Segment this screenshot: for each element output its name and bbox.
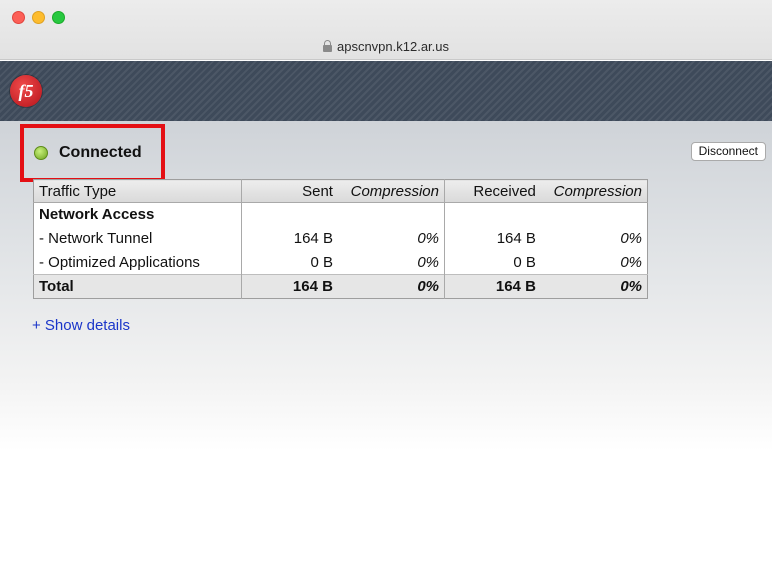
row-type: - Network Tunnel (33, 226, 243, 251)
row-sent-compression: 0% (337, 250, 445, 275)
empty-cell (541, 203, 648, 227)
url-text: apscnvpn.k12.ar.us (336, 39, 450, 54)
total-received-compression: 0% (540, 274, 648, 299)
row-sent-compression: 0% (337, 226, 445, 251)
total-sent-compression: 0% (337, 274, 445, 299)
row-received: 164 B (496, 230, 536, 247)
column-header-received: Received (444, 179, 541, 203)
disconnect-button[interactable]: Disconnect (690, 142, 766, 161)
f5-logo: f5 (10, 75, 42, 107)
empty-cell (445, 203, 541, 227)
window-titlebar: apscnvpn.k12.ar.us (0, 0, 772, 60)
total-label: Total (33, 274, 243, 299)
column-header-sent-compression: Compression (337, 179, 445, 203)
connection-status-label: Connected (59, 144, 142, 161)
traffic-table: Traffic Type Sent Compression Received C… (33, 179, 648, 299)
table-total-row: Total 164 B 0% 164 B 0% (33, 274, 648, 299)
row-received-compression: 0% (620, 253, 642, 271)
show-details-link[interactable]: + Show details (32, 317, 130, 334)
main-content: Connected Disconnect Traffic Type Sent C… (0, 121, 772, 577)
section-label-network-access: Network Access (33, 202, 243, 227)
row-received: 0 B (513, 253, 536, 271)
table-header-row: Traffic Type Sent Compression Received C… (33, 179, 648, 203)
minimize-window-icon[interactable] (32, 11, 45, 24)
connection-status-box: Connected (20, 124, 165, 182)
column-header-received-compression: Compression (540, 179, 648, 203)
table-row: - Network Tunnel 164 B 0% 164 B 0% (33, 226, 648, 251)
empty-cell (337, 202, 445, 227)
total-received: 164 B (444, 274, 541, 299)
row-type: - Optimized Applications (33, 250, 243, 275)
row-sent: 0 B (310, 253, 333, 271)
green-status-icon (34, 146, 48, 160)
close-window-icon[interactable] (12, 11, 25, 24)
column-header-sent: Sent (241, 179, 338, 203)
total-sent: 164 B (241, 274, 338, 299)
empty-cell (242, 203, 338, 227)
table-section-row: Network Access (33, 202, 648, 227)
row-received-compression: 0% (620, 230, 642, 247)
f5-banner: f5 (0, 61, 772, 121)
maximize-window-icon[interactable] (52, 11, 65, 24)
column-header-traffic-type: Traffic Type (33, 179, 243, 203)
address-bar: apscnvpn.k12.ar.us (0, 36, 772, 58)
lock-icon (322, 40, 332, 52)
row-sent: 164 B (293, 230, 333, 247)
table-row: - Optimized Applications 0 B 0% 0 B 0% (33, 250, 648, 275)
